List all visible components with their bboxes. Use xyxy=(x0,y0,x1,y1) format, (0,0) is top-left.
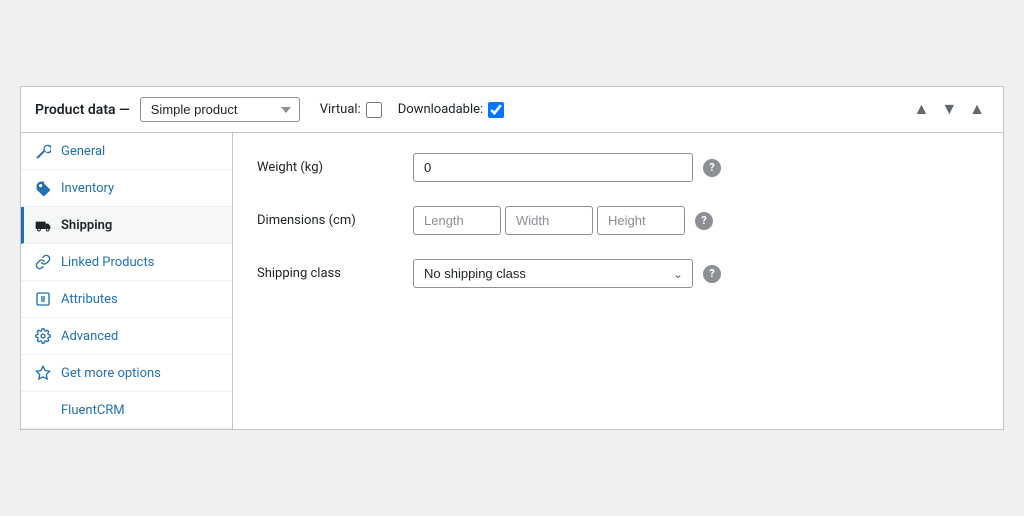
dimensions-label: Dimensions (cm) xyxy=(257,213,397,228)
collapse-button[interactable]: ▲ xyxy=(965,100,989,120)
weight-field: ? xyxy=(413,153,979,182)
sidebar-linked-products-label: Linked Products xyxy=(61,255,154,270)
link-icon xyxy=(35,254,53,270)
product-data-box: Product data — Simple product Virtual: D… xyxy=(20,86,1004,430)
shipping-class-field: No shipping class ⌄ ? xyxy=(413,259,979,288)
shipping-class-select-wrap: No shipping class ⌄ xyxy=(413,259,693,288)
shipping-icon xyxy=(35,217,53,233)
shipping-class-help-icon[interactable]: ? xyxy=(703,265,721,283)
sidebar-item-get-more-options[interactable]: Get more options xyxy=(21,355,232,392)
sidebar-item-attributes[interactable]: Attributes xyxy=(21,281,232,318)
sidebar-get-more-label: Get more options xyxy=(61,366,161,381)
shipping-class-row: Shipping class No shipping class ⌄ ? xyxy=(257,259,979,288)
sidebar-item-inventory[interactable]: Inventory xyxy=(21,170,232,207)
tag-icon xyxy=(35,180,53,196)
sidebar-advanced-label: Advanced xyxy=(61,329,118,344)
list-icon xyxy=(35,291,53,307)
product-data-header: Product data — Simple product Virtual: D… xyxy=(21,87,1003,133)
sidebar: General Inventory Shipping Linked Produc… xyxy=(21,133,233,429)
height-input[interactable] xyxy=(597,206,685,235)
sidebar-inventory-label: Inventory xyxy=(61,181,114,196)
sidebar-item-fluentcrm[interactable]: FluentCRM xyxy=(21,392,232,429)
move-up-button[interactable]: ▲ xyxy=(909,100,933,120)
product-data-title: Product data — xyxy=(35,102,130,118)
sidebar-shipping-label: Shipping xyxy=(61,218,112,233)
virtual-label[interactable]: Virtual: xyxy=(320,102,382,118)
product-type-select[interactable]: Simple product xyxy=(140,97,300,122)
weight-label: Weight (kg) xyxy=(257,160,397,175)
star-icon xyxy=(35,365,53,381)
move-down-button[interactable]: ▼ xyxy=(937,100,961,120)
sidebar-attributes-label: Attributes xyxy=(61,292,118,307)
shipping-class-label: Shipping class xyxy=(257,266,397,281)
dim-inputs xyxy=(413,206,685,235)
shipping-class-select[interactable]: No shipping class xyxy=(413,259,693,288)
dimensions-help-icon[interactable]: ? xyxy=(695,212,713,230)
downloadable-checkbox[interactable] xyxy=(488,102,504,118)
sidebar-item-general[interactable]: General xyxy=(21,133,232,170)
gear-icon xyxy=(35,328,53,344)
virtual-downloadable-section: Virtual: Downloadable: xyxy=(320,102,504,118)
header-arrows: ▲ ▼ ▲ xyxy=(909,100,989,120)
wrench-icon xyxy=(35,143,53,159)
weight-input[interactable] xyxy=(413,153,693,182)
main-content: Weight (kg) ? Dimensions (cm) ? xyxy=(233,133,1003,429)
sidebar-item-advanced[interactable]: Advanced xyxy=(21,318,232,355)
downloadable-label[interactable]: Downloadable: xyxy=(398,102,504,118)
product-data-body: General Inventory Shipping Linked Produc… xyxy=(21,133,1003,429)
sidebar-item-shipping[interactable]: Shipping xyxy=(21,207,232,244)
width-input[interactable] xyxy=(505,206,593,235)
weight-row: Weight (kg) ? xyxy=(257,153,979,182)
fluent-icon xyxy=(35,402,53,418)
virtual-checkbox[interactable] xyxy=(366,102,382,118)
sidebar-fluentcrm-label: FluentCRM xyxy=(61,403,125,418)
sidebar-general-label: General xyxy=(61,144,105,159)
dimensions-row: Dimensions (cm) ? xyxy=(257,206,979,235)
sidebar-item-linked-products[interactable]: Linked Products xyxy=(21,244,232,281)
dimensions-field: ? xyxy=(413,206,979,235)
weight-help-icon[interactable]: ? xyxy=(703,159,721,177)
length-input[interactable] xyxy=(413,206,501,235)
